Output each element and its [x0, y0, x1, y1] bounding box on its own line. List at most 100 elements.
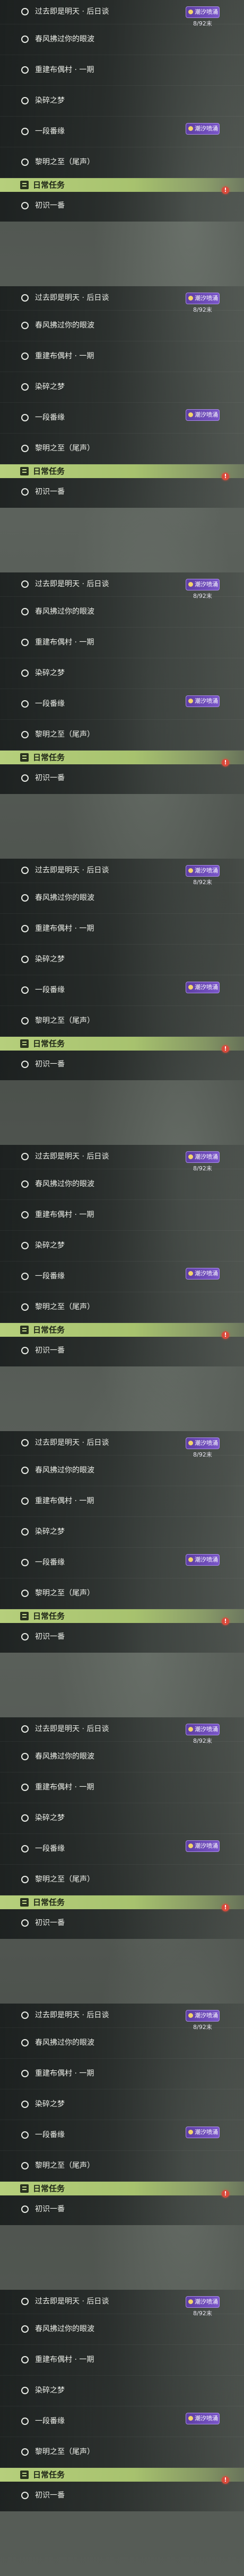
quest-row[interactable]: 染碎之梦: [0, 658, 244, 689]
daily-tasks-header[interactable]: 日常任务: [0, 178, 244, 192]
daily-task-row[interactable]: 初识一番: [0, 2190, 244, 2225]
quest-row[interactable]: 一段番缘 潮汐喷涌: [0, 975, 244, 1006]
quest-row[interactable]: 染碎之梦: [0, 1803, 244, 1834]
reward-coin-icon: [188, 1441, 193, 1445]
daily-task-row[interactable]: 初识一番: [0, 1045, 244, 1080]
quest-row[interactable]: 黎明之至（尾声）: [0, 1006, 244, 1037]
quest-row[interactable]: 重建布偶村 · 一期: [0, 341, 244, 372]
quest-status-circle-icon: [21, 1845, 29, 1852]
quest-row[interactable]: 一段番缘 潮汐喷涌: [0, 1548, 244, 1578]
quest-row[interactable]: 染碎之梦: [0, 372, 244, 403]
quest-status-circle-icon: [21, 2298, 29, 2305]
quest-row[interactable]: 春风拂过你的眼波 8/92末: [0, 593, 244, 628]
reward-coin-icon: [188, 582, 193, 587]
quest-row[interactable]: 染碎之梦: [0, 1517, 244, 1548]
reward-badge-label: 潮汐喷涌: [195, 1270, 218, 1277]
quest-row[interactable]: 黎明之至（尾声）: [0, 1578, 244, 1609]
daily-task-title: 初识一番: [35, 1919, 65, 1927]
daily-task-row[interactable]: 初识一番: [0, 186, 244, 222]
quest-row[interactable]: 黎明之至（尾声）: [0, 1292, 244, 1323]
quest-row[interactable]: 黎明之至（尾声）: [0, 434, 244, 464]
quest-row[interactable]: 重建布偶村 · 一期: [0, 2345, 244, 2376]
quest-row[interactable]: 重建布偶村 · 一期: [0, 1200, 244, 1231]
quest-row[interactable]: 重建布偶村 · 一期: [0, 2059, 244, 2089]
quest-title: 重建布偶村 · 一期: [35, 924, 94, 933]
reward-coin-icon: [188, 2130, 193, 2134]
reward-badge: 潮汐喷涌: [186, 6, 220, 18]
daily-task-title: 初识一番: [35, 488, 65, 496]
quest-row[interactable]: 染碎之梦: [0, 2089, 244, 2120]
quest-row[interactable]: 染碎之梦: [0, 945, 244, 975]
reward-sub-label: 8/92末: [193, 20, 212, 27]
reward-badge: 潮汐喷涌: [186, 865, 220, 877]
quest-row[interactable]: 重建布偶村 · 一期: [0, 1772, 244, 1803]
quest-row[interactable]: 黎明之至（尾声）: [0, 2437, 244, 2468]
quest-row[interactable]: 重建布偶村 · 一期: [0, 628, 244, 658]
alert-icon: [222, 1045, 229, 1053]
quest-status-circle-icon: [21, 2492, 29, 2499]
daily-tasks-header[interactable]: 日常任务: [0, 751, 244, 764]
quest-status-circle-icon: [21, 2012, 29, 2019]
quest-title: 染碎之梦: [35, 955, 65, 964]
quest-row[interactable]: 黎明之至（尾声）: [0, 2151, 244, 2182]
quest-row[interactable]: 春风拂过你的眼波 8/92末: [0, 2310, 244, 2345]
reward-badge-label: 潮汐喷涌: [195, 125, 218, 132]
reward-sub-label: 8/92末: [193, 306, 212, 313]
quest-status-circle-icon: [21, 2387, 29, 2394]
daily-tasks-header[interactable]: 日常任务: [0, 464, 244, 478]
quest-row[interactable]: 春风拂过你的眼波 8/92末: [0, 306, 244, 341]
quest-row[interactable]: 一段番缘 潮汐喷涌: [0, 2120, 244, 2151]
daily-task-row[interactable]: 初识一番: [0, 472, 244, 508]
quest-row[interactable]: 染碎之梦: [0, 1231, 244, 1261]
quest-row[interactable]: 重建布偶村 · 一期: [0, 914, 244, 945]
quest-title: 春风拂过你的眼波: [35, 321, 94, 330]
quest-row[interactable]: 染碎之梦: [0, 2376, 244, 2406]
quest-row[interactable]: 春风拂过你的眼波 8/92末: [0, 1165, 244, 1200]
quest-row[interactable]: 重建布偶村 · 一期: [0, 55, 244, 86]
task-list-icon: [20, 181, 29, 189]
quest-status-circle-icon: [21, 2448, 29, 2456]
reward-coin-icon: [188, 1557, 193, 1562]
quest-row[interactable]: 一段番缘 潮汐喷涌: [0, 403, 244, 434]
quest-row[interactable]: 春风拂过你的眼波 8/92末: [0, 2024, 244, 2059]
quest-row[interactable]: 春风拂过你的眼波 8/92末: [0, 1737, 244, 1772]
reward-badge-label: 潮汐喷涌: [195, 8, 218, 15]
reward-coin-icon: [188, 2013, 193, 2018]
quest-title: 一段番缘: [35, 1558, 65, 1567]
quest-title: 黎明之至（尾声）: [35, 1303, 94, 1311]
quest-row[interactable]: 一段番缘 潮汐喷涌: [0, 117, 244, 147]
quest-row[interactable]: 黎明之至（尾声）: [0, 1865, 244, 1895]
quest-row[interactable]: 春风拂过你的眼波 8/92末: [0, 20, 244, 55]
quest-row[interactable]: 黎明之至（尾声）: [0, 720, 244, 751]
quest-row[interactable]: 春风拂过你的眼波 8/92末: [0, 1451, 244, 1486]
quest-row[interactable]: 染碎之梦: [0, 86, 244, 117]
daily-task-row[interactable]: 初识一番: [0, 1617, 244, 1653]
quest-title: 黎明之至（尾声）: [35, 1017, 94, 1025]
quest-status-circle-icon: [21, 2206, 29, 2213]
quest-row[interactable]: 一段番缘 潮汐喷涌: [0, 1834, 244, 1865]
daily-tasks-header[interactable]: 日常任务: [0, 1609, 244, 1623]
task-list-icon: [20, 2471, 29, 2479]
daily-tasks-header[interactable]: 日常任务: [0, 1895, 244, 1909]
quest-row[interactable]: 黎明之至（尾声）: [0, 147, 244, 178]
quest-row[interactable]: 春风拂过你的眼波 8/92末: [0, 879, 244, 914]
reward-badge: 潮汐喷涌: [186, 1437, 220, 1449]
quest-title: 黎明之至（尾声）: [35, 2162, 94, 2170]
quest-status-circle-icon: [21, 1242, 29, 1249]
daily-tasks-header[interactable]: 日常任务: [0, 1037, 244, 1051]
daily-tasks-header[interactable]: 日常任务: [0, 2468, 244, 2482]
daily-task-row[interactable]: 初识一番: [0, 1903, 244, 1939]
quest-row[interactable]: 重建布偶村 · 一期: [0, 1486, 244, 1517]
daily-task-row[interactable]: 初识一番: [0, 758, 244, 794]
daily-task-title: 初识一番: [35, 774, 65, 782]
reward-badge-label: 潮汐喷涌: [195, 698, 218, 704]
daily-task-row[interactable]: 初识一番: [0, 2476, 244, 2511]
quest-row[interactable]: 一段番缘 潮汐喷涌: [0, 689, 244, 720]
quest-row[interactable]: 一段番缘 潮汐喷涌: [0, 2406, 244, 2437]
daily-tasks-header[interactable]: 日常任务: [0, 1323, 244, 1337]
quest-title: 重建布偶村 · 一期: [35, 1783, 94, 1792]
quest-title: 一段番缘: [35, 1272, 65, 1281]
daily-task-row[interactable]: 初识一番: [0, 1331, 244, 1366]
quest-row[interactable]: 一段番缘 潮汐喷涌: [0, 1261, 244, 1292]
daily-tasks-header[interactable]: 日常任务: [0, 2182, 244, 2195]
